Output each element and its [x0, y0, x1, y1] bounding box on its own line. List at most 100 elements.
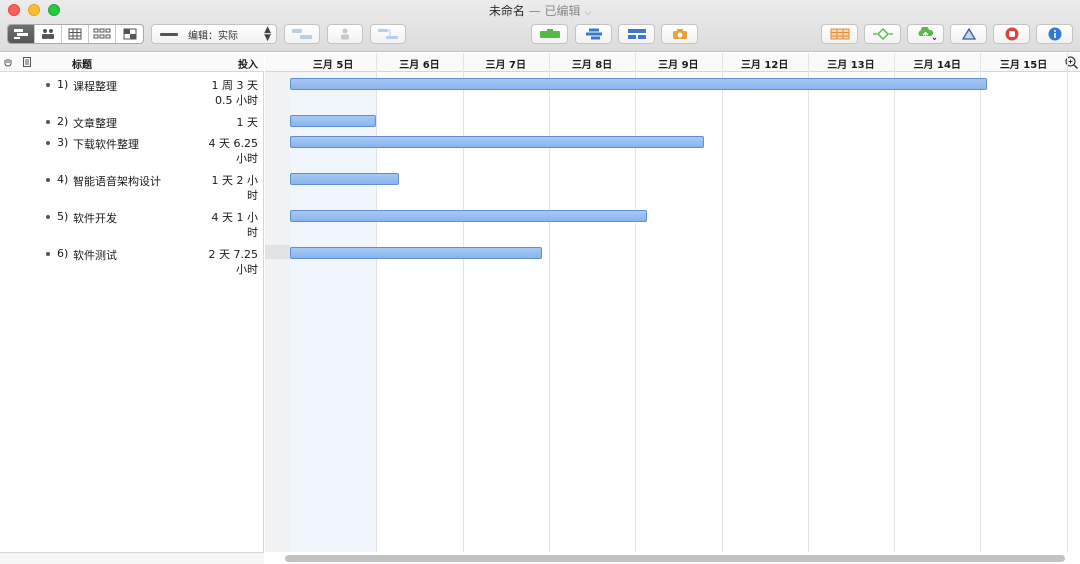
info-icon [1048, 27, 1061, 41]
timeline-day-label: 三月 9日 [658, 60, 699, 71]
task-bullet [46, 252, 50, 256]
gantt-view-button[interactable] [8, 25, 35, 43]
task-row[interactable]: 1) 课程整理 1 周 3 天 0.5 小时 [0, 76, 264, 112]
task-bullet [46, 83, 50, 87]
title-separator: — [528, 4, 541, 18]
task-number: 3) [57, 136, 69, 149]
task-bar[interactable] [290, 173, 399, 185]
group-bars-icon [585, 28, 602, 40]
calendar-grid-icon [68, 28, 82, 40]
task-effort[interactable]: 1 天 2 小时 [188, 173, 259, 203]
task-bar[interactable] [290, 136, 704, 148]
resource-view-button[interactable] [35, 25, 62, 43]
task-effort[interactable]: 4 天 6.25 小时 [188, 136, 258, 166]
timeline-header: 三月 5日 三月 6日 三月 7日 三月 8日 三月 9日 三月 12日 三月 13日 三月 … [265, 53, 1080, 72]
task-title[interactable]: 文章整理 [73, 115, 117, 131]
task-row[interactable]: 3) 下载软件整理 4 天 6.25 小时 [0, 134, 264, 170]
assign-resource-button[interactable] [327, 24, 363, 44]
task-number: 2) [57, 115, 69, 128]
day-gridline [894, 53, 895, 552]
people-icon [42, 29, 54, 39]
edit-mode-value: 编辑：实际 [188, 30, 238, 42]
window-title[interactable]: 未命名 — 已编辑 ⌵ [0, 2, 1080, 19]
task-effort-line1: 2 天 7.25 [208, 248, 258, 261]
task-effort-line2: 时 [247, 226, 258, 239]
task-effort-line1: 1 周 3 天 [211, 79, 259, 92]
task-number: 1) [57, 78, 69, 91]
selected-row-marker [265, 245, 290, 259]
task-effort[interactable]: 2 天 7.25 小时 [188, 247, 258, 277]
task-bar[interactable] [290, 247, 542, 259]
styles-view-button[interactable] [116, 25, 143, 43]
view-segmented-control [7, 24, 144, 44]
calendar-view-button[interactable] [62, 25, 89, 43]
publish-button[interactable] [907, 24, 944, 44]
outline-footer [0, 552, 264, 564]
column-header-effort[interactable]: 投入 [238, 56, 258, 71]
cloud-upload-icon [918, 27, 936, 41]
level-resources-button[interactable] [864, 24, 901, 44]
task-effort[interactable]: 1 周 3 天 0.5 小时 [188, 78, 259, 108]
timeline-day-label: 三月 6日 [399, 60, 440, 71]
split-square-icon [123, 28, 136, 40]
note-icon[interactable] [22, 57, 32, 67]
column-header-title[interactable]: 标题 [72, 56, 92, 71]
day-gridline [635, 53, 636, 552]
link-tasks-button[interactable] [370, 24, 406, 44]
document-name: 未命名 [488, 4, 525, 18]
add-milestone-button[interactable] [531, 24, 568, 44]
snapshot-button[interactable] [661, 24, 698, 44]
task-effort[interactable]: 1 天 [188, 115, 259, 130]
task-title[interactable]: 下载软件整理 [73, 136, 139, 152]
outline-header: 标题 投入 [0, 53, 264, 72]
window-toolbar: 未命名 — 已编辑 ⌵ 编辑：实际 ▲ ▼ [0, 0, 1080, 52]
task-title[interactable]: 软件测试 [73, 247, 117, 263]
task-number: 6) [57, 247, 69, 260]
styles-button[interactable] [950, 24, 987, 44]
stop-button[interactable] [993, 24, 1030, 44]
document-status: 已编辑 [544, 4, 581, 18]
task-title[interactable]: 课程整理 [73, 78, 117, 94]
add-task-button[interactable] [618, 24, 655, 44]
task-effort[interactable]: 4 天 1 小时 [188, 210, 259, 240]
day-gridline [980, 53, 981, 552]
task-effort-line1: 4 天 1 小 [211, 211, 259, 224]
task-row[interactable]: 4) 智能语音架构设计 1 天 2 小时 [0, 171, 264, 207]
task-number: 4) [57, 173, 69, 186]
indent-button[interactable] [284, 24, 320, 44]
timeline-day-label: 三月 12日 [740, 60, 789, 71]
timeline-day-label: 三月 5日 [312, 60, 354, 71]
task-row[interactable]: 5) 软件开发 4 天 1 小时 [0, 208, 264, 244]
task-outline: 标题 投入 1) 课程整理 1 周 3 天 0.5 小时 2) 文章整理 1 天 … [0, 53, 264, 564]
network-diagram-icon [93, 28, 111, 39]
task-row[interactable]: 2) 文章整理 1 天 [0, 113, 264, 131]
task-row[interactable]: 6) 软件测试 2 天 7.25 小时 [0, 245, 264, 281]
timeline-day-label: 三月 15日 [999, 60, 1048, 71]
edit-mode-select[interactable]: 编辑：实际 ▲ ▼ [151, 24, 277, 44]
network-view-button[interactable] [89, 25, 116, 43]
add-group-button[interactable] [575, 24, 612, 44]
day-gridline [549, 53, 550, 552]
day-gridline [722, 53, 723, 552]
task-bar[interactable] [290, 210, 647, 222]
task-effort-line1: 1 天 [236, 116, 259, 129]
task-effort-line2: 小时 [236, 263, 258, 276]
select-arrows-icon: ▲ ▼ [264, 25, 271, 43]
gantt-chart[interactable]: 三月 5日 三月 6日 三月 7日 三月 8日 三月 9日 三月 12日 三月 13日 三月 … [265, 53, 1080, 564]
timeline-day-label: 三月 8日 [571, 60, 613, 71]
timeline-day-label: 三月 7日 [485, 60, 526, 71]
hand-icon[interactable] [3, 57, 13, 67]
violations-table-button[interactable] [821, 24, 858, 44]
task-effort-line2: 0.5 小时 [215, 94, 258, 107]
task-bar[interactable] [290, 115, 376, 127]
task-title[interactable]: 软件开发 [73, 210, 117, 226]
task-effort-line1: 1 天 2 小 [211, 174, 259, 187]
indent-icon [292, 29, 312, 39]
task-title[interactable]: 智能语音架构设计 [73, 173, 161, 189]
inspector-button[interactable] [1036, 24, 1073, 44]
horizontal-scrollbar[interactable] [285, 555, 1065, 562]
day-gridline [808, 53, 809, 552]
task-bullet [46, 178, 50, 182]
task-bars-icon [627, 29, 646, 39]
task-bar[interactable] [290, 78, 987, 90]
